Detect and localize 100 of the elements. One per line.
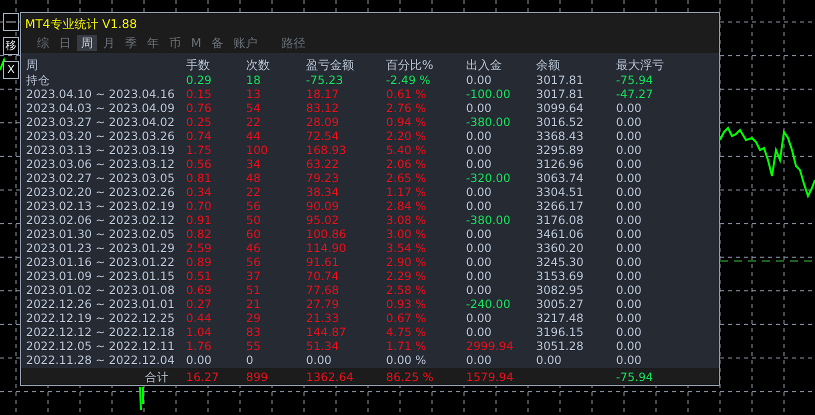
table-cell-text: 3.00 % [386, 227, 428, 241]
column-header: 盈亏金额 [306, 58, 355, 73]
table-cell-text: 144.87 [306, 325, 348, 339]
table-cell-text: 2022.11.28 ~ 2022.12.04 [26, 353, 176, 367]
table-cell-text: 77.68 [306, 283, 340, 297]
table-cell-text: 0.34 [186, 185, 213, 199]
table-cell-text: 2023.04.10 ~ 2023.04.16 [26, 87, 176, 101]
table-cell-text: 91.61 [306, 255, 340, 269]
table-cell-text: 3245.30 [536, 255, 585, 269]
table-cell-text: 0.76 [186, 101, 213, 115]
table-cell-text: 1579.94 [466, 370, 515, 384]
table-cell-text: 2022.12.05 ~ 2022.12.11 [26, 339, 176, 353]
table-cell-text: 1362.64 [306, 370, 355, 384]
table-cell-text: 0.00 [466, 241, 493, 255]
tab[interactable]: 月 [99, 35, 119, 51]
tab[interactable]: 年 [143, 35, 163, 51]
table-cell-text: 100.86 [306, 227, 348, 241]
table-cell-text: 3461.06 [536, 227, 585, 241]
tab[interactable]: M [187, 35, 206, 51]
table-cell-text: 38.34 [306, 185, 340, 199]
table-cell-text: 34 [246, 157, 262, 171]
table-cell-text: 0.67 % [386, 311, 428, 325]
table-cell-text: 0.69 [186, 283, 213, 297]
table-cell-text: 0.00 [466, 227, 493, 241]
table-cell-text: 90.09 [306, 199, 340, 213]
table-cell-text: 0 [246, 353, 254, 367]
tab[interactable]: 币 [165, 35, 185, 51]
close-button[interactable]: X [3, 61, 19, 79]
column-header: 次数 [246, 58, 271, 73]
table-cell-text: 2.29 % [386, 269, 428, 283]
table-cell-text: 0.00 [466, 129, 493, 143]
table-cell-text: 0.00 [616, 185, 643, 199]
table-cell-text: 0.29 [186, 73, 213, 87]
table-cell-text: 83 [246, 325, 262, 339]
table-cell-text: 3099.64 [536, 101, 585, 115]
table-cell-text: 0.00 [616, 213, 643, 227]
table-cell-text: 2023.01.30 ~ 2023.02.05 [26, 227, 176, 241]
table-cell-text: 0.00 [466, 353, 493, 367]
table-cell-text: -2.49 % [386, 73, 432, 87]
table-cell-text: 0.00 [616, 325, 643, 339]
table-cell-text: 0.00 [616, 255, 643, 269]
move-button[interactable]: 移 [3, 37, 19, 55]
table-cell-text: 48 [246, 171, 262, 185]
table-cell-text: 3196.15 [536, 325, 585, 339]
table-cell-text: 2022.12.19 ~ 2022.12.25 [26, 311, 176, 325]
table-cell-text: 2023.01.02 ~ 2023.01.08 [26, 283, 176, 297]
table-cell-text: 0.91 [186, 213, 213, 227]
table-cell-text: 0.00 [306, 353, 333, 367]
table-cell-text: 55 [246, 339, 262, 353]
table-cell-text: 2023.04.03 ~ 2023.04.09 [26, 101, 176, 115]
table-cell-text: 63.22 [306, 157, 340, 171]
table-cell-text: 1.75 [186, 143, 213, 157]
table-cell-text: 0.00 [616, 311, 643, 325]
table-cell-text: 60 [246, 227, 262, 241]
table-cell-text: 0.94 % [386, 115, 428, 129]
tab[interactable]: 日 [55, 35, 75, 51]
tab[interactable]: 综 [33, 35, 53, 51]
table-cell-text: 0.00 [536, 353, 563, 367]
tab[interactable]: 账户 [229, 35, 262, 51]
table-cell-text: 899 [246, 370, 269, 384]
table-cell-text: 3017.81 [536, 73, 585, 87]
table-cell-text: 51.34 [306, 339, 340, 353]
table-cell-text: 2999.94 [466, 339, 515, 353]
table-cell-text: 2023.03.20 ~ 2023.03.26 [26, 129, 176, 143]
table-cell-text: 2023.02.20 ~ 2023.02.26 [26, 185, 176, 199]
table-cell-text: 2023.01.16 ~ 2023.01.22 [26, 255, 176, 269]
table-cell-text: 0.56 [186, 157, 213, 171]
tab[interactable]: 季 [121, 35, 141, 51]
table-cell-text: 56 [246, 199, 262, 213]
table-cell-text: 2.90 % [386, 255, 428, 269]
table-cell-text: 95.02 [306, 213, 340, 227]
table-cell-text: 持仓 [26, 73, 51, 87]
table-cell-text: 0.00 [466, 255, 493, 269]
minimize-button[interactable]: — [3, 13, 19, 31]
tab[interactable]: 路径 [277, 35, 310, 51]
table-cell-text: 1.17 % [386, 185, 428, 199]
table-cell-text: 0.70 [186, 199, 213, 213]
table-cell-text: 2023.02.27 ~ 2023.03.05 [26, 171, 176, 185]
table-cell-text: 2.20 % [386, 129, 428, 143]
table-cell-text: 2.58 % [386, 283, 428, 297]
table-cell-text: 3153.69 [536, 269, 585, 283]
table-cell-text: 0.00 [466, 143, 493, 157]
table-cell-text: 86.25 % [386, 370, 435, 384]
table-cell-text: 22 [246, 115, 262, 129]
table-cell-text: 168.93 [306, 143, 348, 157]
table-cell-text: 0.00 [466, 269, 493, 283]
table-cell-text: 2023.03.06 ~ 2023.03.12 [26, 157, 176, 171]
table-cell-text: 0.89 [186, 255, 213, 269]
table-cell-text: 0.00 [616, 129, 643, 143]
tab[interactable]: 备 [207, 35, 228, 51]
table-cell-text: 4.75 % [386, 325, 428, 339]
table-cell-text: -320.00 [466, 171, 512, 185]
tab[interactable]: 周 [77, 35, 97, 51]
table-cell-text: 0.00 [466, 199, 493, 213]
table-cell-text: 50 [246, 213, 262, 227]
table-cell-text: 3360.20 [536, 241, 585, 255]
table-cell-text: 3295.89 [536, 143, 585, 157]
table-cell-text: 0.00 [616, 157, 643, 171]
column-header: 余额 [536, 58, 561, 73]
table-cell-text: 3304.51 [536, 185, 585, 199]
